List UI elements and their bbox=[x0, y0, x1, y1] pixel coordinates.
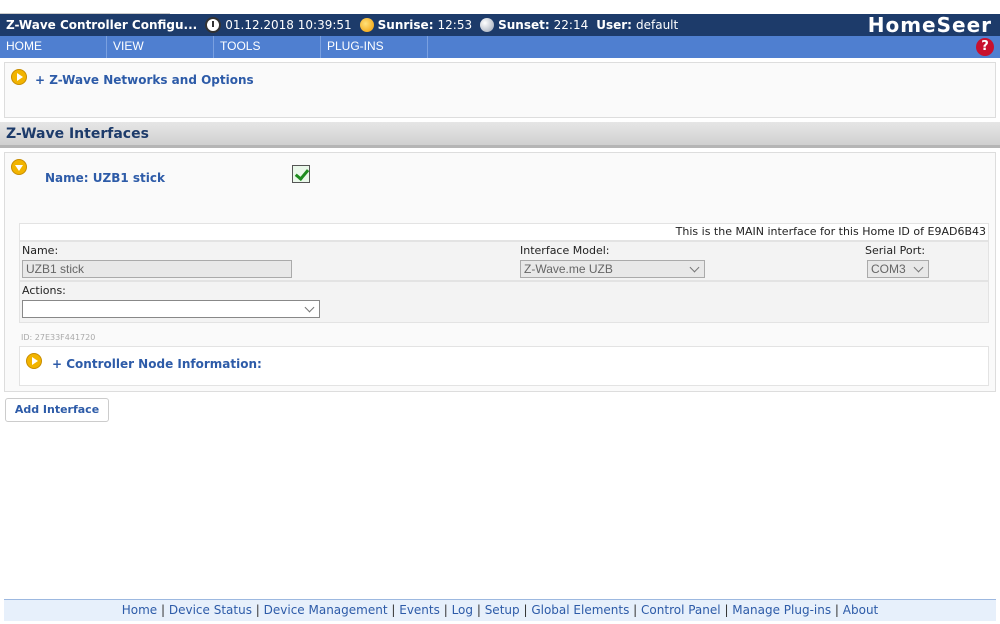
chevron-down-icon bbox=[304, 302, 315, 313]
networks-options-link[interactable]: + Z-Wave Networks and Options bbox=[35, 73, 254, 87]
main-interface-info: This is the MAIN interface for this Home… bbox=[19, 223, 989, 241]
homeseer-logo: HomeSeer bbox=[867, 13, 992, 37]
help-icon[interactable]: ? bbox=[976, 38, 994, 56]
actions-label: Actions: bbox=[22, 284, 66, 297]
sunrise-value: 12:53 bbox=[437, 18, 473, 32]
interface-name-label[interactable]: Name: UZB1 stick bbox=[45, 171, 165, 185]
sunset-icon bbox=[480, 18, 495, 32]
controller-node-panel: + Controller Node Information: bbox=[19, 346, 989, 386]
footer-link-events[interactable]: Events bbox=[399, 603, 440, 617]
date-time: 01.12.2018 10:39:51 bbox=[225, 18, 352, 32]
footer-link-log[interactable]: Log bbox=[452, 603, 473, 617]
footer-links: Home | Device Status | Device Management… bbox=[4, 599, 996, 621]
networks-panel: + Z-Wave Networks and Options bbox=[4, 62, 996, 118]
page-title: Z-Wave Controller Configu... bbox=[6, 18, 198, 32]
collapse-arrow-icon[interactable] bbox=[11, 159, 27, 175]
controller-node-link[interactable]: + Controller Node Information: bbox=[52, 357, 262, 371]
footer-link-device-management[interactable]: Device Management bbox=[264, 603, 388, 617]
expand-arrow-icon[interactable] bbox=[11, 69, 27, 85]
chevron-down-icon bbox=[689, 262, 700, 273]
model-field-label: Interface Model: bbox=[520, 244, 610, 257]
port-field-label: Serial Port: bbox=[865, 244, 926, 257]
menu-home[interactable]: HOME bbox=[0, 36, 107, 58]
user-label: User: bbox=[596, 18, 632, 32]
interface-model-select[interactable]: Z-Wave.me UZB bbox=[520, 260, 705, 278]
user-value: default bbox=[635, 18, 679, 32]
model-select-value: Z-Wave.me UZB bbox=[524, 262, 613, 276]
footer-link-setup[interactable]: Setup bbox=[485, 603, 520, 617]
footer-link-global-elements[interactable]: Global Elements bbox=[531, 603, 629, 617]
footer-link-manage-plugins[interactable]: Manage Plug-ins bbox=[732, 603, 831, 617]
browser-top-strip bbox=[0, 0, 1000, 14]
expand-arrow-icon[interactable] bbox=[26, 353, 42, 369]
sunset-value: 22:14 bbox=[553, 18, 589, 32]
port-select-value: COM3 bbox=[871, 262, 906, 276]
menu-bar: HOME VIEW TOOLS PLUG-INS ? bbox=[0, 36, 1000, 58]
serial-port-select[interactable]: COM3 bbox=[867, 260, 929, 278]
section-header: Z-Wave Interfaces bbox=[0, 122, 1000, 148]
interface-enabled-checkbox[interactable] bbox=[292, 165, 310, 183]
section-title: Z-Wave Interfaces bbox=[6, 126, 149, 142]
menu-tools[interactable]: TOOLS bbox=[214, 36, 321, 58]
name-field-label: Name: bbox=[22, 244, 59, 257]
sunrise-icon bbox=[359, 18, 374, 32]
sunset-label: Sunset: bbox=[498, 18, 550, 32]
interface-fields-row: Name: UZB1 stick Interface Model: Z-Wave… bbox=[19, 241, 989, 281]
menu-plugins[interactable]: PLUG-INS bbox=[321, 36, 428, 58]
clock-icon bbox=[205, 17, 222, 33]
actions-row: Actions: bbox=[19, 281, 989, 323]
chevron-down-icon bbox=[913, 262, 924, 273]
sunrise-label: Sunrise: bbox=[377, 18, 434, 32]
interface-panel: Name: UZB1 stick This is the MAIN interf… bbox=[4, 152, 996, 392]
footer-link-home[interactable]: Home bbox=[122, 603, 157, 617]
name-field[interactable]: UZB1 stick bbox=[22, 260, 292, 278]
footer-link-control-panel[interactable]: Control Panel bbox=[641, 603, 721, 617]
footer-link-device-status[interactable]: Device Status bbox=[169, 603, 252, 617]
interface-id: ID: 27E33F441720 bbox=[21, 333, 96, 342]
footer-link-about[interactable]: About bbox=[843, 603, 878, 617]
menu-view[interactable]: VIEW bbox=[107, 36, 214, 58]
tab-stub bbox=[0, 0, 170, 14]
interface-details: This is the MAIN interface for this Home… bbox=[19, 223, 989, 323]
actions-select[interactable] bbox=[22, 300, 320, 318]
title-bar: Z-Wave Controller Configu... 01.12.2018 … bbox=[0, 14, 1000, 36]
add-interface-button[interactable]: Add Interface bbox=[5, 398, 109, 422]
